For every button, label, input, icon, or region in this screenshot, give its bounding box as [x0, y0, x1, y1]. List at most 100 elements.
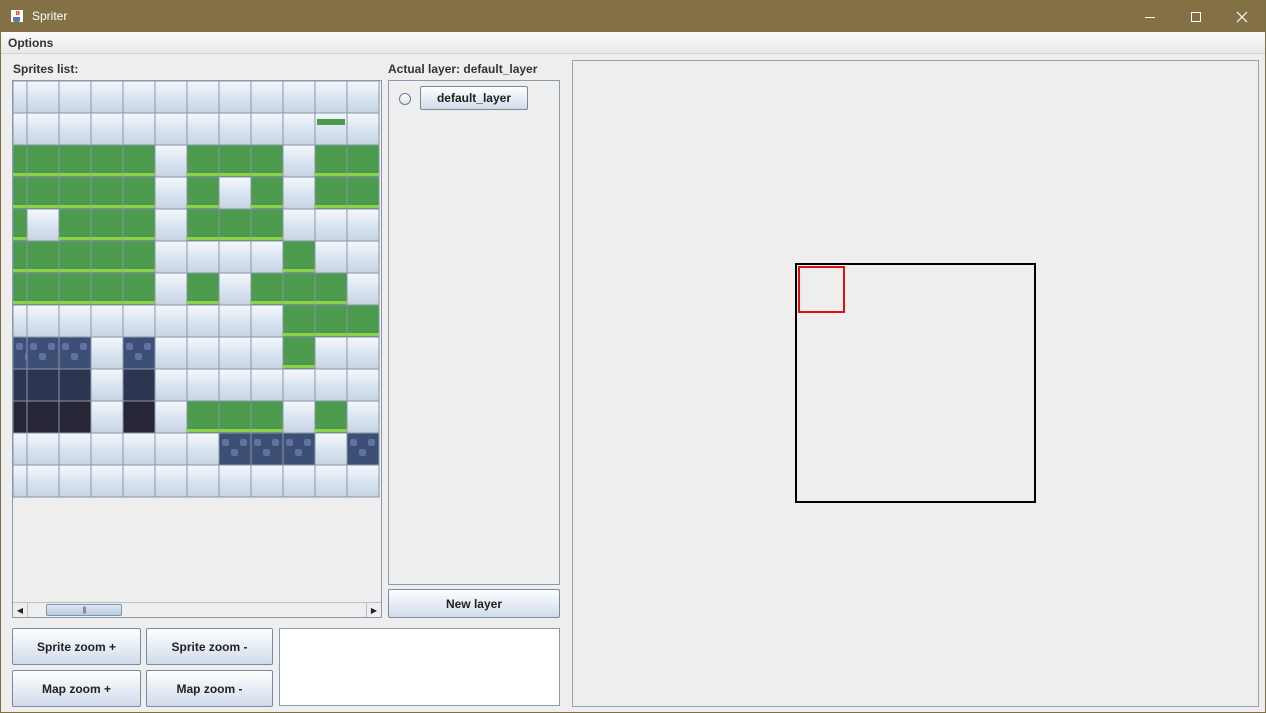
sprite-tile[interactable]	[26, 240, 60, 274]
sprite-tile[interactable]	[26, 112, 60, 146]
sprite-tile[interactable]	[218, 336, 252, 370]
sprite-zoom-out-button[interactable]: Sprite zoom -	[146, 628, 273, 665]
sprite-tile[interactable]	[282, 240, 316, 274]
close-button[interactable]	[1219, 1, 1265, 32]
sprite-tile[interactable]	[90, 112, 124, 146]
horizontal-scrollbar[interactable]: ◀ ||| ▶	[13, 602, 381, 617]
sprite-tile[interactable]	[154, 464, 188, 498]
sprite-tile[interactable]	[13, 144, 28, 178]
sprite-tile[interactable]	[90, 208, 124, 242]
sprite-tile[interactable]	[218, 144, 252, 178]
sprite-tile[interactable]	[13, 432, 28, 466]
sprite-tile[interactable]	[314, 112, 348, 146]
sprite-tile[interactable]	[26, 400, 60, 434]
sprite-tile[interactable]	[58, 240, 92, 274]
sprite-tile[interactable]	[90, 432, 124, 466]
sprite-tile[interactable]	[186, 464, 220, 498]
sprite-tile[interactable]	[122, 81, 156, 114]
sprite-tile[interactable]	[250, 176, 284, 210]
map-zoom-out-button[interactable]: Map zoom -	[146, 670, 273, 707]
sprite-tile[interactable]	[314, 336, 348, 370]
sprite-tile[interactable]	[13, 112, 28, 146]
sprite-tile[interactable]	[58, 272, 92, 306]
sprite-tile[interactable]	[186, 368, 220, 402]
sprite-tile[interactable]	[250, 304, 284, 338]
sprite-tile[interactable]	[26, 81, 60, 114]
sprite-tile[interactable]	[282, 81, 316, 114]
sprites-list-panel[interactable]: ◀ ||| ▶	[12, 80, 382, 618]
sprite-tile[interactable]	[58, 81, 92, 114]
sprite-tile[interactable]	[218, 176, 252, 210]
sprite-tile[interactable]	[13, 208, 28, 242]
sprite-tile[interactable]	[250, 144, 284, 178]
sprite-tile[interactable]	[282, 368, 316, 402]
sprite-tile[interactable]	[346, 304, 380, 338]
sprite-tile[interactable]	[26, 144, 60, 178]
title-bar[interactable]: Spriter	[1, 1, 1265, 32]
sprite-tile[interactable]	[186, 208, 220, 242]
sprite-tile[interactable]	[154, 272, 188, 306]
sprite-tile[interactable]	[186, 336, 220, 370]
sprite-tile[interactable]	[26, 432, 60, 466]
sprite-tile[interactable]	[314, 400, 348, 434]
layer-default-button[interactable]: default_layer	[420, 86, 528, 110]
new-layer-button[interactable]: New layer	[388, 589, 560, 618]
sprite-tile[interactable]	[26, 368, 60, 402]
maximize-button[interactable]	[1173, 1, 1219, 32]
sprite-tile[interactable]	[186, 304, 220, 338]
sprite-tile[interactable]	[154, 208, 188, 242]
sprite-tile[interactable]	[218, 464, 252, 498]
sprite-tileset-grid[interactable]	[13, 81, 381, 499]
sprite-tile[interactable]	[13, 368, 28, 402]
sprite-tile[interactable]	[186, 272, 220, 306]
sprite-tile[interactable]	[314, 432, 348, 466]
sprite-tile[interactable]	[154, 432, 188, 466]
sprite-tile[interactable]	[90, 464, 124, 498]
sprite-tile[interactable]	[122, 208, 156, 242]
sprite-tile[interactable]	[346, 240, 380, 274]
sprite-tile[interactable]	[154, 304, 188, 338]
sprite-tile[interactable]	[90, 240, 124, 274]
sprite-tile[interactable]	[250, 368, 284, 402]
sprite-tile[interactable]	[58, 432, 92, 466]
sprite-tile[interactable]	[282, 400, 316, 434]
sprite-tile[interactable]	[26, 176, 60, 210]
sprite-tile[interactable]	[26, 272, 60, 306]
sprite-tile[interactable]	[154, 336, 188, 370]
sprite-tile[interactable]	[250, 112, 284, 146]
sprite-tile[interactable]	[26, 208, 60, 242]
sprite-tile[interactable]	[250, 464, 284, 498]
sprite-tile[interactable]	[122, 112, 156, 146]
sprite-tile[interactable]	[154, 400, 188, 434]
layer-radio-button[interactable]	[399, 93, 411, 105]
sprite-tile[interactable]	[90, 144, 124, 178]
sprite-tile[interactable]	[90, 304, 124, 338]
map-canvas[interactable]	[795, 263, 1036, 503]
sprite-tile[interactable]	[346, 400, 380, 434]
sprite-tile[interactable]	[58, 464, 92, 498]
sprite-tile[interactable]	[250, 81, 284, 114]
sprite-zoom-in-button[interactable]: Sprite zoom +	[12, 628, 141, 665]
scrollbar-thumb[interactable]: |||	[46, 604, 122, 616]
sprite-tile[interactable]	[154, 81, 188, 114]
sprite-tile[interactable]	[13, 272, 28, 306]
sprite-tile[interactable]	[282, 208, 316, 242]
sprite-tile[interactable]	[13, 400, 28, 434]
sprite-tile[interactable]	[122, 176, 156, 210]
sprite-tile[interactable]	[346, 81, 380, 114]
sprite-tile[interactable]	[154, 112, 188, 146]
sprite-tile[interactable]	[26, 464, 60, 498]
sprite-tile[interactable]	[282, 304, 316, 338]
sprite-tile[interactable]	[282, 336, 316, 370]
sprite-tile[interactable]	[58, 144, 92, 178]
sprite-tile[interactable]	[346, 336, 380, 370]
sprite-tile[interactable]	[186, 432, 220, 466]
sprite-tile[interactable]	[250, 240, 284, 274]
sprite-tile[interactable]	[314, 464, 348, 498]
sprite-tile[interactable]	[346, 272, 380, 306]
sprite-tile[interactable]	[122, 240, 156, 274]
sprite-tile[interactable]	[90, 368, 124, 402]
sprite-tile[interactable]	[186, 81, 220, 114]
sprite-tile[interactable]	[90, 336, 124, 370]
menu-options[interactable]: Options	[8, 36, 53, 50]
